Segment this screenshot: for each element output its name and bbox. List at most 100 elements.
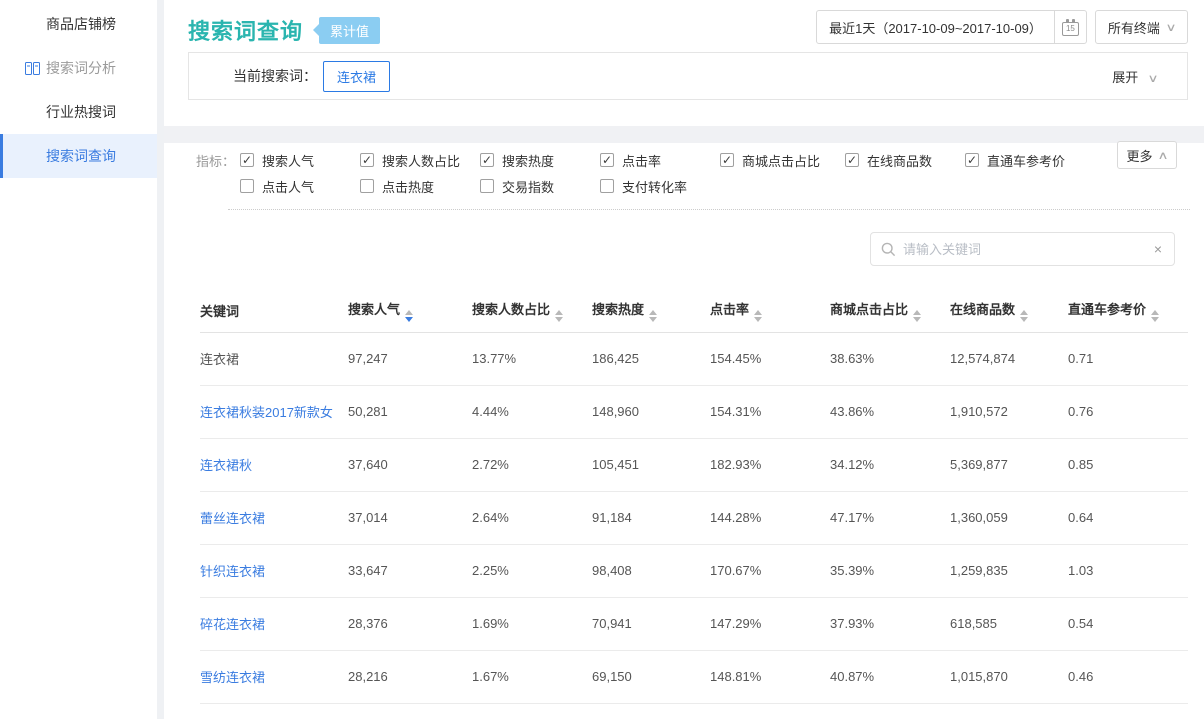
metric-checkbox-商城点击占比[interactable]: 商城点击占比 bbox=[720, 151, 845, 170]
table-row: 连衣裙秋装2017新款女50,2814.44%148,960154.31%43.… bbox=[200, 385, 1188, 438]
metric-value-cell: 1,910,572 bbox=[950, 385, 1068, 438]
sidebar-item-product-shop-rank[interactable]: 商品店铺榜 bbox=[0, 2, 157, 46]
dotted-separator bbox=[228, 209, 1190, 210]
metric-value-cell: 33,647 bbox=[348, 544, 472, 597]
metric-checkbox-点击率[interactable]: 点击率 bbox=[600, 151, 720, 170]
chevron-down-icon: ∨ bbox=[1147, 72, 1158, 85]
metric-checkbox-搜索人数占比[interactable]: 搜索人数占比 bbox=[360, 151, 480, 170]
keyword-text: 连衣裙 bbox=[200, 352, 239, 367]
sidebar-divider bbox=[157, 0, 164, 719]
metric-checkbox-点击热度[interactable]: 点击热度 bbox=[360, 177, 480, 196]
metric-checkbox-搜索人气[interactable]: 搜索人气 bbox=[240, 151, 360, 170]
sidebar-item-industry-hot-words[interactable]: 行业热搜词 bbox=[0, 90, 157, 134]
metric-checkbox-交易指数[interactable]: 交易指数 bbox=[480, 177, 600, 196]
checkbox-unchecked-icon[interactable] bbox=[600, 179, 614, 193]
checkbox-checked-icon[interactable] bbox=[360, 153, 374, 167]
keyword-link[interactable]: 碎花连衣裙 bbox=[200, 617, 265, 632]
metric-label: 支付转化率 bbox=[622, 177, 687, 196]
keyword-link[interactable]: 连衣裙秋装2017新款女 bbox=[200, 405, 333, 420]
column-header-label: 搜索人气 bbox=[348, 302, 400, 317]
metric-checkbox-点击人气[interactable]: 点击人气 bbox=[240, 177, 360, 196]
metric-checkbox-直通车参考价[interactable]: 直通车参考价 bbox=[965, 151, 1085, 170]
column-header-label: 在线商品数 bbox=[950, 302, 1015, 317]
checkbox-checked-icon[interactable] bbox=[965, 153, 979, 167]
metric-value-cell: 105,451 bbox=[592, 438, 710, 491]
table-row: 连衣裙97,24713.77%186,425154.45%38.63%12,57… bbox=[200, 332, 1188, 385]
metric-label: 直通车参考价 bbox=[987, 151, 1065, 170]
keyword-search-input[interactable] bbox=[903, 242, 1152, 257]
metric-value-cell: 0.54 bbox=[1068, 597, 1188, 650]
metric-value-cell: 69,150 bbox=[592, 650, 710, 703]
date-range-picker[interactable]: 最近1天（2017-10-09~2017-10-09） 15 bbox=[816, 10, 1087, 44]
calendar-button[interactable]: 15 bbox=[1054, 11, 1086, 43]
table-row: 连衣裙秋37,6402.72%105,451182.93%34.12%5,369… bbox=[200, 438, 1188, 491]
metrics-label: 指标： bbox=[196, 151, 240, 170]
metric-value-cell: 1.67% bbox=[472, 650, 592, 703]
metric-value-cell: 186,425 bbox=[592, 332, 710, 385]
keywords-table: 关键词搜索人气搜索人数占比搜索热度点击率商城点击占比在线商品数直通车参考价 连衣… bbox=[200, 290, 1188, 704]
keyword-link[interactable]: 蕾丝连衣裙 bbox=[200, 511, 265, 526]
metric-value-cell: 148,960 bbox=[592, 385, 710, 438]
metric-value-cell: 38.63% bbox=[830, 332, 950, 385]
metric-value-cell: 0.85 bbox=[1068, 438, 1188, 491]
sort-icon[interactable] bbox=[913, 310, 921, 322]
metric-value-cell: 1,360,059 bbox=[950, 491, 1068, 544]
metric-checkbox-支付转化率[interactable]: 支付转化率 bbox=[600, 177, 720, 196]
column-header-label: 搜索热度 bbox=[592, 302, 644, 317]
keyword-link[interactable]: 连衣裙秋 bbox=[200, 458, 252, 473]
metric-value-cell: 618,585 bbox=[950, 597, 1068, 650]
metric-value-cell: 47.17% bbox=[830, 491, 950, 544]
metric-label: 点击率 bbox=[622, 151, 661, 170]
clear-search-icon[interactable]: × bbox=[1152, 241, 1164, 257]
metric-checkbox-搜索热度[interactable]: 搜索热度 bbox=[480, 151, 600, 170]
search-icon bbox=[881, 242, 896, 257]
current-search-word-tag[interactable]: 连衣裙 bbox=[323, 61, 390, 92]
table-row: 蕾丝连衣裙37,0142.64%91,184144.28%47.17%1,360… bbox=[200, 491, 1188, 544]
column-header-搜索热度[interactable]: 搜索热度 bbox=[592, 290, 710, 332]
expand-toggle[interactable]: 展开 ∨ bbox=[1112, 67, 1157, 86]
metric-checkbox-在线商品数[interactable]: 在线商品数 bbox=[845, 151, 965, 170]
checkbox-checked-icon[interactable] bbox=[240, 153, 254, 167]
checkbox-checked-icon[interactable] bbox=[720, 153, 734, 167]
column-header-搜索人气[interactable]: 搜索人气 bbox=[348, 290, 472, 332]
sort-icon[interactable] bbox=[405, 310, 413, 322]
sort-icon[interactable] bbox=[1151, 310, 1159, 322]
checkbox-unchecked-icon[interactable] bbox=[240, 179, 254, 193]
metric-value-cell: 2.25% bbox=[472, 544, 592, 597]
column-header-商城点击占比[interactable]: 商城点击占比 bbox=[830, 290, 950, 332]
sidebar-item-label: 搜索词分析 bbox=[46, 58, 116, 78]
current-search-word-panel: 当前搜索词： 连衣裙 展开 ∨ bbox=[188, 52, 1188, 100]
keyword-link[interactable]: 针织连衣裙 bbox=[200, 564, 265, 579]
column-header-在线商品数[interactable]: 在线商品数 bbox=[950, 290, 1068, 332]
table-row: 针织连衣裙33,6472.25%98,408170.67%35.39%1,259… bbox=[200, 544, 1188, 597]
more-button[interactable]: 更多 ∧ bbox=[1117, 141, 1177, 169]
metric-value-cell: 2.72% bbox=[472, 438, 592, 491]
column-header-直通车参考价[interactable]: 直通车参考价 bbox=[1068, 290, 1188, 332]
sidebar-item-search-word-analysis[interactable]: 搜索词分析 bbox=[0, 46, 157, 90]
sort-icon[interactable] bbox=[555, 310, 563, 322]
metric-label: 点击热度 bbox=[382, 177, 434, 196]
column-header-搜索人数占比[interactable]: 搜索人数占比 bbox=[472, 290, 592, 332]
metric-value-cell: 12,574,874 bbox=[950, 332, 1068, 385]
checkbox-unchecked-icon[interactable] bbox=[360, 179, 374, 193]
metric-value-cell: 0.71 bbox=[1068, 332, 1188, 385]
metric-value-cell: 37,640 bbox=[348, 438, 472, 491]
sort-icon[interactable] bbox=[649, 310, 657, 322]
checkbox-checked-icon[interactable] bbox=[600, 153, 614, 167]
sort-icon[interactable] bbox=[1020, 310, 1028, 322]
checkbox-checked-icon[interactable] bbox=[845, 153, 859, 167]
column-header-点击率[interactable]: 点击率 bbox=[710, 290, 830, 332]
sort-icon[interactable] bbox=[754, 310, 762, 322]
date-range-text: 最近1天（2017-10-09~2017-10-09） bbox=[817, 18, 1054, 37]
metric-value-cell: 2.64% bbox=[472, 491, 592, 544]
keyword-link[interactable]: 雪纺连衣裙 bbox=[200, 670, 265, 685]
current-search-word-label: 当前搜索词： bbox=[233, 66, 317, 86]
checkbox-checked-icon[interactable] bbox=[480, 153, 494, 167]
metric-value-cell: 5,369,877 bbox=[950, 438, 1068, 491]
metric-label: 搜索人数占比 bbox=[382, 151, 460, 170]
checkbox-unchecked-icon[interactable] bbox=[480, 179, 494, 193]
sidebar-item-search-word-query[interactable]: 搜索词查询 bbox=[0, 134, 157, 178]
terminal-select[interactable]: 所有终端 ∨ bbox=[1095, 10, 1188, 44]
metric-value-cell: 28,376 bbox=[348, 597, 472, 650]
column-header-label: 搜索人数占比 bbox=[472, 302, 550, 317]
